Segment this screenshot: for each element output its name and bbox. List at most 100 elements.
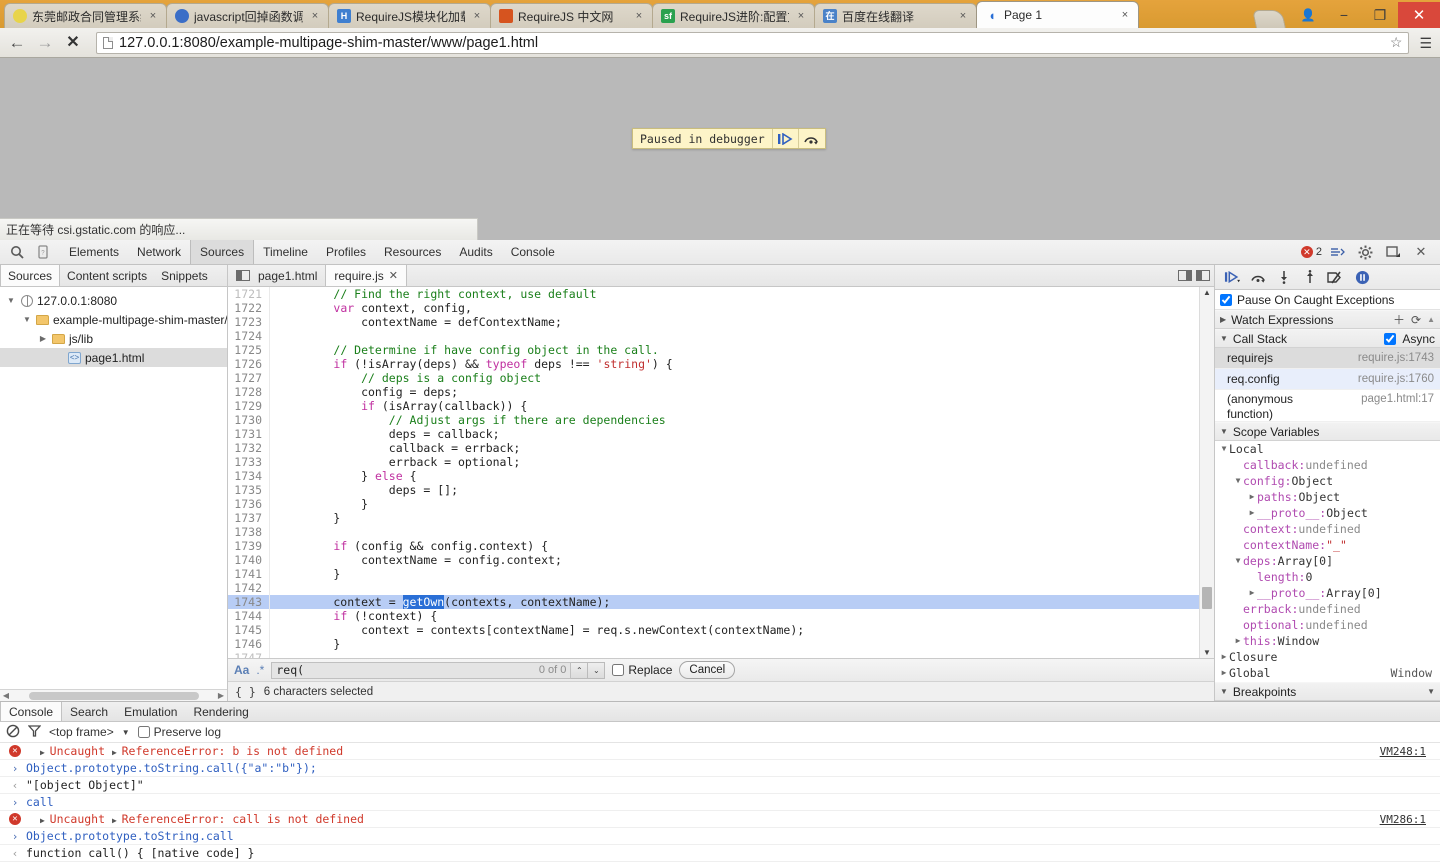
scope-variable-row[interactable]: ▼ Local bbox=[1215, 441, 1440, 457]
line-number[interactable]: 1740 bbox=[228, 553, 270, 567]
scope-variable-row[interactable]: ▶ __proto__: Object bbox=[1215, 505, 1440, 521]
twisty-collapsed-icon[interactable]: ▶ bbox=[1247, 489, 1257, 505]
code-line[interactable]: 1737 } bbox=[228, 511, 1199, 525]
devtools-tab-audits[interactable]: Audits bbox=[450, 240, 501, 264]
console-message-error[interactable]: ✕ ▶ Uncaught ▶ ReferenceError: call is no… bbox=[0, 811, 1440, 828]
refresh-icon[interactable]: ⟳ bbox=[1411, 313, 1421, 327]
line-number[interactable]: 1727 bbox=[228, 371, 270, 385]
call-stack-header[interactable]: ▼ Call Stack Async bbox=[1215, 329, 1440, 348]
filter-icon[interactable] bbox=[27, 724, 42, 740]
code-line[interactable]: 1743 context = getOwn(contexts, contextN… bbox=[228, 595, 1199, 609]
close-tab-icon[interactable]: × bbox=[956, 9, 970, 23]
code-line[interactable]: 1733 errback = optional; bbox=[228, 455, 1199, 469]
chevron-right-icon[interactable]: ▶ bbox=[1220, 315, 1226, 324]
chevron-down-icon[interactable]: ▼ bbox=[1220, 334, 1228, 343]
user-avatar-icon[interactable]: 👤 bbox=[1290, 2, 1326, 28]
browser-tab[interactable]: H RequireJS模块化加载 × bbox=[328, 3, 491, 28]
chevron-down-icon[interactable]: ▼ bbox=[1220, 687, 1228, 696]
browser-tab[interactable]: 东莞邮政合同管理系统 × bbox=[4, 3, 167, 28]
scope-variable-row[interactable]: contextName: "_" bbox=[1215, 537, 1440, 553]
line-number[interactable]: 1737 bbox=[228, 511, 270, 525]
step-into-button[interactable] bbox=[1271, 265, 1297, 289]
toggle-device-mode-icon[interactable]: ? bbox=[30, 240, 56, 264]
code-line[interactable]: 1724 bbox=[228, 329, 1199, 343]
stop-loading-button[interactable]: ✕ bbox=[64, 34, 82, 51]
browser-tab[interactable]: javascript回掉函数调(× bbox=[166, 3, 329, 28]
code-line[interactable]: 1747 bbox=[228, 651, 1199, 658]
console-source-link[interactable]: VM248:1 bbox=[1380, 745, 1440, 758]
twisty-collapsed-icon[interactable]: ▶ bbox=[1219, 649, 1229, 665]
line-number[interactable]: 1725 bbox=[228, 343, 270, 357]
code-line[interactable]: 1744 if (!context) { bbox=[228, 609, 1199, 623]
code-line[interactable]: 1722 var context, config, bbox=[228, 301, 1199, 315]
devtools-tab-network[interactable]: Network bbox=[128, 240, 190, 264]
line-number[interactable]: 1731 bbox=[228, 427, 270, 441]
line-number[interactable]: 1739 bbox=[228, 539, 270, 553]
console-message-input[interactable]: › Object.prototype.toString.call({"a":"b"… bbox=[0, 760, 1440, 777]
twisty-expanded-icon[interactable]: ▼ bbox=[6, 296, 16, 305]
code-line[interactable]: 1742 bbox=[228, 581, 1199, 595]
twisty-expanded-icon[interactable]: ▼ bbox=[1219, 441, 1229, 457]
preserve-log-checkbox[interactable] bbox=[137, 726, 150, 738]
console-message-input[interactable]: › call bbox=[0, 794, 1440, 811]
scroll-up-arrow-icon[interactable]: ▲ bbox=[1200, 288, 1214, 297]
line-number[interactable]: 1732 bbox=[228, 441, 270, 455]
devtools-tab-resources[interactable]: Resources bbox=[375, 240, 450, 264]
twisty-collapsed-icon[interactable]: ▶ bbox=[1247, 505, 1257, 521]
step-over-button[interactable] bbox=[799, 129, 825, 148]
step-over-next-button[interactable] bbox=[1245, 265, 1271, 289]
async-stack-checkbox[interactable] bbox=[1384, 332, 1397, 345]
code-line[interactable]: 1732 callback = errback; bbox=[228, 441, 1199, 455]
call-stack-frame[interactable]: req.config require.js:1760 bbox=[1215, 369, 1440, 390]
browser-tab[interactable]: sf RequireJS进阶:配置文 × bbox=[652, 3, 815, 28]
scope-variable-row[interactable]: length: 0 bbox=[1215, 569, 1440, 585]
close-window-button[interactable]: ✕ bbox=[1398, 2, 1440, 28]
find-next-button[interactable]: ⌄ bbox=[588, 661, 606, 679]
close-tab-icon[interactable]: × bbox=[632, 9, 646, 23]
inspect-element-icon[interactable] bbox=[4, 240, 30, 264]
line-number[interactable]: 1730 bbox=[228, 413, 270, 427]
scope-variable-row[interactable]: ▼ config: Object bbox=[1215, 473, 1440, 489]
line-number[interactable]: 1729 bbox=[228, 399, 270, 413]
code-line[interactable]: 1730 // Adjust args if there are depende… bbox=[228, 413, 1199, 427]
replace-checkbox-row[interactable]: Replace bbox=[612, 663, 672, 677]
line-number[interactable]: 1724 bbox=[228, 329, 270, 343]
code-line[interactable]: 1734 } else { bbox=[228, 469, 1199, 483]
devtools-tab-timeline[interactable]: Timeline bbox=[254, 240, 317, 264]
page-info-icon[interactable] bbox=[103, 36, 113, 49]
twisty-expanded-icon[interactable]: ▼ bbox=[1233, 473, 1243, 489]
chrome-menu-button[interactable]: ☰ bbox=[1419, 36, 1432, 50]
code-line[interactable]: 1729 if (isArray(callback)) { bbox=[228, 399, 1199, 413]
show-navigator-toggle[interactable] bbox=[228, 265, 250, 286]
scope-variable-row[interactable]: ▶ __proto__: Array[0] bbox=[1215, 585, 1440, 601]
gear-icon[interactable] bbox=[1352, 240, 1378, 264]
dock-side-icon[interactable] bbox=[1380, 240, 1406, 264]
drawer-tab-rendering[interactable]: Rendering bbox=[185, 702, 256, 721]
line-number[interactable]: 1744 bbox=[228, 609, 270, 623]
code-line[interactable]: 1721 // Find the right context, use defa… bbox=[228, 287, 1199, 301]
file-tree-item[interactable]: ▶ js/lib bbox=[0, 329, 227, 348]
code-line[interactable]: 1745 context = contexts[contextName] = r… bbox=[228, 623, 1199, 637]
bookmark-star-icon[interactable]: ☆ bbox=[1390, 34, 1403, 51]
show-sidebar-icon[interactable] bbox=[1178, 270, 1192, 281]
twisty-expanded-icon[interactable]: ▼ bbox=[22, 315, 32, 324]
drawer-tab-emulation[interactable]: Emulation bbox=[116, 702, 185, 721]
resume-script-button[interactable] bbox=[773, 129, 799, 148]
scroll-up-arrow-icon[interactable]: ▲ bbox=[1427, 315, 1435, 324]
twisty-collapsed-icon[interactable]: ▶ bbox=[1247, 585, 1257, 601]
code-line[interactable]: 1731 deps = callback; bbox=[228, 427, 1199, 441]
code-line[interactable]: 1746 } bbox=[228, 637, 1199, 651]
editor-tab-require-js[interactable]: require.js ✕ bbox=[325, 265, 407, 286]
find-input[interactable]: req( 0 of 0 bbox=[271, 661, 572, 679]
regex-icon[interactable]: .* bbox=[256, 663, 264, 677]
line-number[interactable]: 1736 bbox=[228, 497, 270, 511]
scroll-left-arrow-icon[interactable]: ◀ bbox=[0, 691, 12, 700]
code-line[interactable]: 1740 contextName = config.context; bbox=[228, 553, 1199, 567]
browser-tab[interactable]: ◖ Page 1 × bbox=[976, 1, 1139, 28]
file-tree-item[interactable]: ▼ 127.0.0.1:8080 bbox=[0, 291, 227, 310]
show-panel-icon[interactable] bbox=[1196, 270, 1210, 281]
file-tree-item[interactable]: ▼ example-multipage-shim-master/ bbox=[0, 310, 227, 329]
expand-triangle-icon[interactable]: ▶ bbox=[112, 816, 122, 825]
close-tab-icon[interactable]: × bbox=[146, 9, 160, 23]
match-case-icon[interactable]: Aa bbox=[234, 663, 249, 677]
